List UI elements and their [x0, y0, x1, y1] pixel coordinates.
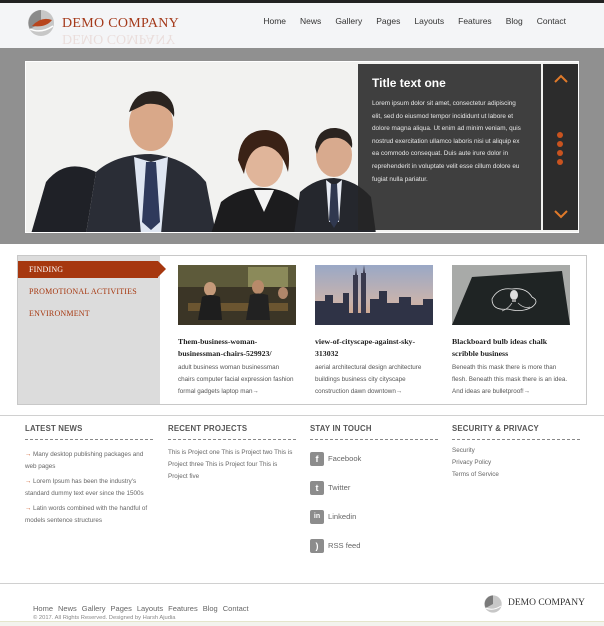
- site-footer: Home News Gallery Pages Layouts Features…: [0, 583, 604, 626]
- nav-gallery[interactable]: Gallery: [335, 16, 362, 26]
- latest-news-column: LATEST NEWS → Many desktop publishing pa…: [25, 424, 153, 527]
- hero-band: Title text one Lorem ipsum dolor sit ame…: [0, 48, 604, 244]
- social-label: Twitter: [328, 483, 351, 492]
- slide-dot[interactable]: [557, 150, 563, 156]
- security-links: Security Privacy Policy Terms of Service: [452, 445, 580, 481]
- security-privacy-heading: SECURITY & PRIVACY: [452, 424, 580, 440]
- social-label: Facebook: [328, 454, 362, 463]
- footer-logo-text: DEMO COMPANY: [508, 598, 585, 608]
- sidebar-item-environment[interactable]: ENVIRONMENT: [29, 309, 90, 318]
- article-card: Blackboard bulb ideas chalk scribble bus…: [452, 265, 570, 398]
- bottom-strip: [0, 621, 604, 626]
- footer-nav-contact[interactable]: Contact: [223, 604, 249, 613]
- chevron-up-icon[interactable]: [553, 74, 568, 84]
- slide-dots: [557, 132, 563, 168]
- arrow-right-icon: →: [25, 505, 32, 512]
- logo-text-reflection: DEMO COMPANY: [62, 31, 176, 46]
- nav-layouts[interactable]: Layouts: [414, 16, 444, 26]
- slide-dot[interactable]: [557, 141, 563, 147]
- article-title[interactable]: view-of-cityscape-against-sky-313032: [315, 336, 433, 360]
- nav-features[interactable]: Features: [458, 16, 492, 26]
- stay-in-touch-heading: STAY IN TOUCH: [310, 424, 438, 440]
- arrow-right-icon: →: [25, 451, 32, 458]
- security-link[interactable]: Security: [452, 445, 580, 457]
- office-meeting-image[interactable]: [178, 265, 296, 325]
- footer-nav-home[interactable]: Home: [33, 604, 53, 613]
- article-excerpt: aerial architectural design architecture…: [315, 364, 422, 395]
- slide-caption-title: Title text one: [372, 76, 446, 90]
- article-title[interactable]: Blackboard bulb ideas chalk scribble bus…: [452, 336, 570, 360]
- article-card: Them-business-woman-businessman-chairs-5…: [178, 265, 296, 398]
- recent-projects-column: RECENT PROJECTS This is Project one This…: [168, 424, 296, 483]
- nav-contact[interactable]: Contact: [537, 16, 566, 26]
- article-title[interactable]: Them-business-woman-businessman-chairs-5…: [178, 336, 296, 360]
- nav-pages[interactable]: Pages: [376, 16, 400, 26]
- facebook-icon: f: [310, 451, 324, 466]
- social-label: Linkedin: [328, 512, 357, 521]
- linkedin-icon: in: [310, 509, 324, 524]
- social-link-linkedin[interactable]: in Linkedin: [310, 507, 438, 526]
- stay-in-touch-column: STAY IN TOUCH f Facebook t Twitter in Li…: [310, 424, 438, 555]
- content-panel: FINDING PROMOTIONAL ACTIVITIES ENVIRONME…: [17, 255, 587, 405]
- recent-projects-heading: RECENT PROJECTS: [168, 424, 296, 440]
- social-link-facebook[interactable]: f Facebook: [310, 449, 438, 468]
- footer-nav-gallery[interactable]: Gallery: [82, 604, 106, 613]
- nav-home[interactable]: Home: [263, 16, 286, 26]
- news-item[interactable]: → Latin words combined with the handful …: [25, 503, 153, 527]
- slide-dot[interactable]: [557, 132, 563, 138]
- sidebar-item-promotional-activities[interactable]: PROMOTIONAL ACTIVITIES: [29, 287, 137, 296]
- image-slider[interactable]: Title text one Lorem ipsum dolor sit ame…: [25, 61, 579, 233]
- article-card: view-of-cityscape-against-sky-313032 aer…: [315, 265, 433, 398]
- nav-blog[interactable]: Blog: [506, 16, 523, 26]
- category-sidebar: FINDING PROMOTIONAL ACTIVITIES ENVIRONME…: [18, 256, 166, 404]
- slider-controls: [543, 64, 578, 230]
- news-item[interactable]: → Many desktop publishing packages and w…: [25, 449, 153, 473]
- article-excerpt: adult business woman businessman chairs …: [178, 364, 294, 395]
- social-label: RSS feed: [328, 541, 361, 550]
- footer-nav: Home News Gallery Pages Layouts Features…: [33, 604, 249, 613]
- cityscape-image[interactable]: [315, 265, 433, 325]
- privacy-policy-link[interactable]: Privacy Policy: [452, 457, 580, 469]
- terms-of-service-link[interactable]: Terms of Service: [452, 469, 580, 481]
- site-header: DEMO COMPANY DEMO COMPANY Home News Gall…: [0, 0, 604, 48]
- footer-nav-blog[interactable]: Blog: [203, 604, 218, 613]
- security-privacy-column: SECURITY & PRIVACY Security Privacy Poli…: [452, 424, 580, 481]
- main-nav: Home News Gallery Pages Layouts Features…: [263, 16, 566, 26]
- slide-dot[interactable]: [557, 159, 563, 165]
- latest-news-heading: LATEST NEWS: [25, 424, 153, 440]
- twitter-icon: t: [310, 480, 324, 495]
- news-item[interactable]: → Lorem Ipsum has been the industry's st…: [25, 476, 153, 500]
- logo-mark-icon: [484, 595, 502, 613]
- social-link-twitter[interactable]: t Twitter: [310, 478, 438, 497]
- footer-nav-news[interactable]: News: [58, 604, 77, 613]
- footer-logo[interactable]: DEMO COMPANY: [483, 592, 585, 622]
- logo[interactable]: DEMO COMPANY DEMO COMPANY: [26, 8, 196, 48]
- recent-projects-list[interactable]: This is Project one This is Project two …: [168, 447, 296, 483]
- sidebar-item-finding[interactable]: FINDING: [29, 265, 63, 274]
- nav-news[interactable]: News: [300, 16, 321, 26]
- social-link-rss[interactable]: ) RSS feed: [310, 536, 438, 555]
- logo-mark-icon: [28, 10, 54, 36]
- slide-caption: Title text one Lorem ipsum dolor sit ame…: [358, 64, 541, 230]
- chevron-down-icon[interactable]: [553, 210, 568, 220]
- footer-nav-pages[interactable]: Pages: [111, 604, 132, 613]
- footer-nav-features[interactable]: Features: [168, 604, 198, 613]
- slide-caption-text: Lorem ipsum dolor sit amet, consectetur …: [372, 100, 521, 183]
- rss-icon: ): [310, 538, 324, 553]
- blackboard-bulb-image[interactable]: [452, 265, 570, 325]
- footer-columns: LATEST NEWS → Many desktop publishing pa…: [0, 415, 604, 583]
- footer-nav-layouts[interactable]: Layouts: [137, 604, 163, 613]
- arrow-right-icon: →: [25, 478, 32, 485]
- article-excerpt: Beneath this mask there is more than fle…: [452, 364, 568, 395]
